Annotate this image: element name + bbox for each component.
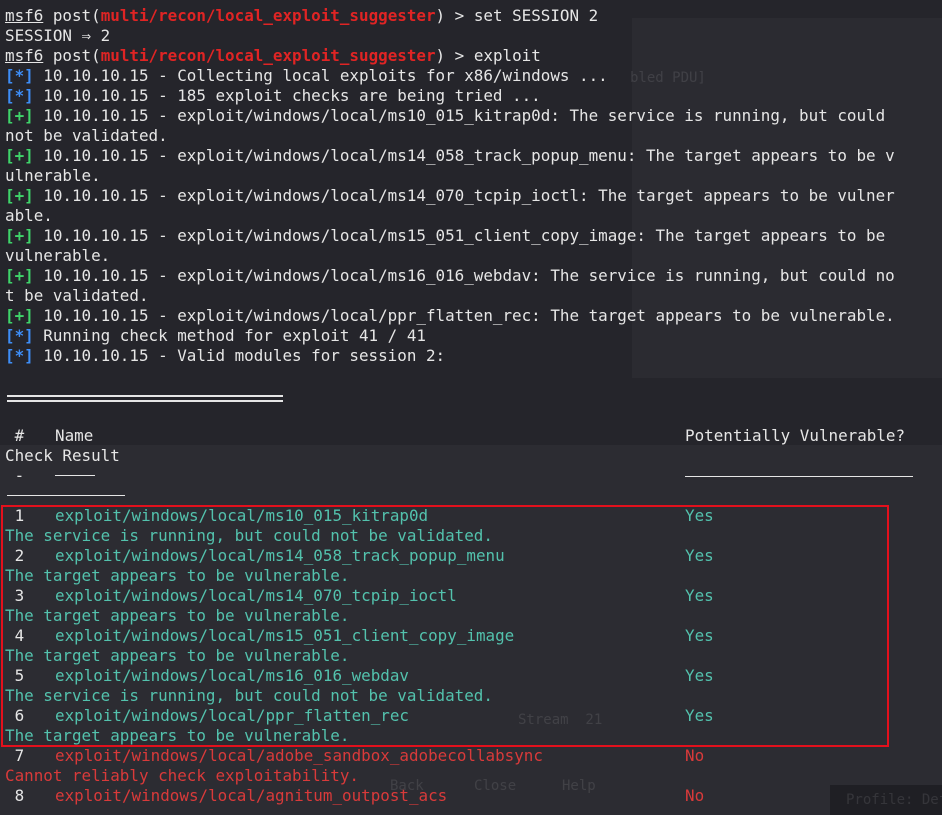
prompt-cmd: post( [43, 46, 101, 65]
table-header: # [5, 426, 25, 446]
row-result: Cannot reliably check exploitability. [5, 766, 359, 785]
row-vuln: No [685, 746, 705, 765]
log-line: ulnerable. [5, 166, 942, 186]
log-line: able. [5, 206, 942, 226]
log-line: [+] 10.10.10.15 - exploit/windows/local/… [5, 306, 942, 326]
header-name: Name [55, 426, 94, 445]
log-tag: [*] [5, 326, 34, 345]
log-tag: [+] [5, 226, 34, 245]
log-line: [*] Running check method for exploit 41 … [5, 326, 942, 346]
log-text: 10.10.10.15 - Valid modules for session … [33, 346, 446, 365]
prompt-cmd: post( [43, 6, 101, 25]
log-line: [+] 10.10.10.15 - exploit/windows/local/… [5, 146, 942, 166]
terminal-window[interactable]: bled PDU] Stream 21 Back Close Help Prof… [0, 0, 942, 815]
table-row[interactable]: 7 exploit/windows/local/adobe_sandbox_ado… [5, 746, 942, 766]
log-text: able. [5, 206, 53, 225]
log-text: 10.10.10.15 - exploit/windows/local/ms14… [33, 186, 895, 205]
log-line: vulnerable. [5, 246, 942, 266]
prompt-suffix: ) > set SESSION 2 [435, 6, 599, 25]
log-text: 10.10.10.15 - exploit/windows/local/ppr_… [33, 306, 895, 325]
log-text: 10.10.10.15 - exploit/windows/local/ms10… [33, 106, 886, 125]
prompt-prefix: msf6 [5, 6, 44, 25]
log-line: [*] 10.10.10.15 - Valid modules for sess… [5, 346, 942, 366]
table-row[interactable]: 8 exploit/windows/local/agnitum_outpost_a… [5, 786, 942, 806]
separator-check [7, 495, 125, 496]
output-line: SESSION ⇒ 2 [5, 26, 111, 45]
separator-num: - [5, 466, 25, 485]
row-num: 8 [5, 786, 25, 805]
log-text: vulnerable. [5, 246, 111, 265]
log-line: [+] 10.10.10.15 - exploit/windows/local/… [5, 266, 942, 286]
log-tag: [+] [5, 146, 34, 165]
log-tag: [*] [5, 66, 34, 85]
section-underline [7, 400, 283, 402]
log-tag: [*] [5, 346, 34, 365]
log-line: [+] 10.10.10.15 - exploit/windows/local/… [5, 106, 942, 126]
prompt-module: multi/recon/local_exploit_suggester [100, 6, 436, 25]
log-text: 10.10.10.15 - 185 exploit checks are bei… [33, 86, 541, 105]
log-text: 10.10.10.15 - exploit/windows/local/ms15… [33, 226, 886, 245]
row-num: 7 [5, 746, 25, 765]
log-text: 10.10.10.15 - Collecting local exploits … [33, 66, 608, 85]
log-text: 10.10.10.15 - exploit/windows/local/ms14… [33, 146, 895, 165]
log-text: not be validated. [5, 126, 168, 145]
log-tag: [+] [5, 106, 34, 125]
log-tag: [*] [5, 86, 34, 105]
log-text: Running check method for exploit 41 / 41 [33, 326, 426, 345]
prompt-suffix: ) > exploit [435, 46, 541, 65]
header-vuln: Potentially Vulnerable? [685, 426, 906, 445]
row-name: exploit/windows/local/adobe_sandbox_adob… [55, 746, 543, 765]
header-check: Check Result [5, 446, 120, 465]
terminal-output: msf6 post(multi/recon/local_exploit_sugg… [5, 6, 942, 366]
separator-name [55, 475, 95, 476]
log-text: t be validated. [5, 286, 149, 305]
log-line: [*] 10.10.10.15 - 185 exploit checks are… [5, 86, 942, 106]
log-line: not be validated. [5, 126, 942, 146]
log-line: [+] 10.10.10.15 - exploit/windows/local/… [5, 186, 942, 206]
row-vuln: No [685, 786, 705, 805]
log-line: [*] 10.10.10.15 - Collecting local explo… [5, 66, 942, 86]
section-underline [7, 395, 283, 397]
separator-vuln [685, 476, 913, 477]
log-tag: [+] [5, 186, 34, 205]
log-line: [+] 10.10.10.15 - exploit/windows/local/… [5, 226, 942, 246]
log-text: ulnerable. [5, 166, 101, 185]
log-text: 10.10.10.15 - exploit/windows/local/ms16… [33, 266, 895, 285]
log-tag: [+] [5, 266, 34, 285]
highlight-box [1, 505, 889, 747]
header-num: # [5, 426, 25, 445]
row-name: exploit/windows/local/agnitum_outpost_ac… [55, 786, 448, 805]
prompt-module: multi/recon/local_exploit_suggester [100, 46, 436, 65]
prompt-prefix: msf6 [5, 46, 44, 65]
log-line: t be validated. [5, 286, 942, 306]
prompt-line: msf6 post(multi/recon/local_exploit_sugg… [5, 46, 942, 66]
prompt-line: msf6 post(multi/recon/local_exploit_sugg… [5, 6, 942, 26]
log-tag: [+] [5, 306, 34, 325]
